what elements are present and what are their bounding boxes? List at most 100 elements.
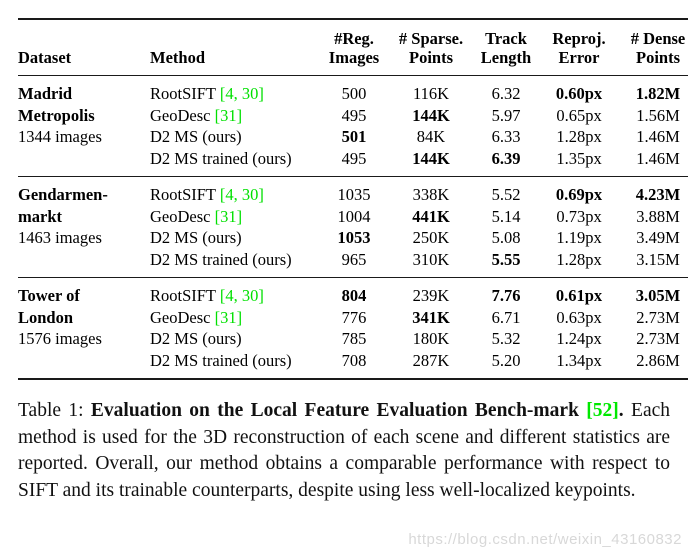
dataset-name-line2: Metropolis: [18, 105, 95, 125]
citation-link[interactable]: [31]: [215, 308, 243, 327]
table-row: Tower of RootSIFT [4, 30] 804 239K 7.76 0.61p…: [18, 285, 688, 307]
watermark: https://blog.csdn.net/weixin_43160832: [408, 531, 682, 548]
dense-points-value: 2.86M: [636, 350, 680, 370]
reproj-error-value: 1.24px: [556, 329, 602, 348]
sparse-points-value: 310K: [412, 249, 450, 269]
method-label: D2 MS trained (ours): [150, 249, 292, 269]
method-label: GeoDesc: [150, 206, 211, 226]
header-line2-track: Length: [480, 48, 532, 67]
dense-points-value: 1.46M: [636, 127, 680, 146]
table-caption: Table 1: Evaluation on the Local Feature…: [18, 398, 670, 504]
table-row: 1576 images D2 MS (ours) 785 180K 5.32 1.24px…: [18, 328, 688, 350]
spacer: [18, 67, 688, 76]
group-bottom-spacer-0: [18, 169, 688, 177]
dataset-image-count: 1576 images: [18, 329, 102, 348]
header-line1-reg: #Reg.: [334, 29, 374, 48]
dataset-name-line2: London: [18, 307, 74, 327]
method-label: GeoDesc: [150, 307, 211, 327]
dataset-name-line1: Tower of: [18, 286, 80, 305]
rule-line: [18, 378, 688, 381]
header-line2-dense: Points: [635, 48, 680, 67]
column-header-sparse: # Sparse. Points: [390, 29, 472, 67]
citation-link[interactable]: [4, 30]: [220, 286, 264, 305]
citation-link[interactable]: [31]: [215, 106, 243, 125]
sparse-points-value: 116K: [412, 84, 450, 103]
dataset-name-line1: Gendarmen-: [18, 185, 108, 204]
method-label: RootSIFT: [150, 185, 216, 204]
method-label: RootSIFT: [150, 286, 216, 305]
caption-label: Table 1:: [18, 400, 91, 421]
citation-link[interactable]: [31]: [215, 207, 243, 226]
reproj-error-value: 1.19px: [556, 228, 602, 247]
reproj-error-value: 0.60px: [555, 84, 603, 103]
header-line2-method: Method: [150, 48, 205, 67]
header-top-spacer: [18, 20, 688, 29]
spacer: [18, 371, 688, 379]
reg-images-value: 965: [341, 249, 367, 269]
sparse-points-value: 287K: [412, 350, 450, 370]
reg-images-value: 776: [341, 307, 367, 327]
sparse-points-value: 239K: [412, 286, 450, 305]
table-bottom-rule: [18, 378, 688, 381]
header-bottom-spacer: [18, 67, 688, 76]
method-name: D2 MS (ours): [150, 328, 318, 350]
track-length-value: 5.97: [491, 105, 521, 125]
dataset-name-line2: markt: [18, 206, 62, 226]
dense-points-value: 1.46M: [636, 148, 680, 168]
track-length-value: 7.76: [491, 286, 521, 305]
method-name: GeoDesc [31]: [150, 206, 318, 228]
method-name: D2 MS trained (ours): [150, 249, 318, 271]
method-name: GeoDesc [31]: [150, 307, 318, 329]
group-bottom-spacer-1: [18, 270, 688, 278]
group-top-spacer-0: [18, 76, 688, 83]
caption-citation-link[interactable]: [52]: [586, 400, 619, 421]
header-line2-reproj: Error: [558, 48, 600, 67]
reproj-error-value: 0.63px: [556, 307, 602, 327]
method-label: D2 MS (ours): [150, 127, 242, 146]
track-length-value: 5.55: [491, 249, 521, 269]
citation-link[interactable]: [4, 30]: [220, 185, 264, 204]
caption-title-end: .: [618, 400, 632, 421]
method-label: D2 MS trained (ours): [150, 148, 292, 168]
dense-points-value: 2.73M: [636, 329, 680, 348]
header-line1-sparse: # Sparse.: [398, 29, 464, 48]
dense-points-value: 1.82M: [635, 84, 681, 103]
dataset-empty: [18, 350, 150, 372]
spacer: [18, 278, 688, 285]
header-line2-dataset: Dataset: [18, 48, 72, 67]
column-header-dense: # Dense Points: [618, 29, 688, 67]
track-length-value: 6.32: [491, 84, 521, 103]
sparse-points-value: 338K: [412, 185, 450, 204]
sparse-points-value: 180K: [412, 329, 450, 348]
dataset-empty: [18, 249, 150, 271]
reg-images-value: 1053: [337, 228, 371, 247]
column-header-dataset: Dataset: [18, 29, 150, 67]
sparse-points-value: 144K: [412, 105, 450, 125]
track-length-value: 5.32: [491, 329, 521, 348]
method-name: D2 MS trained (ours): [150, 148, 318, 170]
track-length-value: 5.08: [491, 228, 521, 247]
table-row: London GeoDesc [31] 776 341K 6.71 0.63px 2.73M: [18, 307, 688, 329]
reg-images-value: 495: [341, 105, 367, 125]
sparse-points-value: 84K: [416, 127, 446, 146]
reproj-error-value: 1.28px: [556, 249, 602, 269]
reg-images-value: 1035: [337, 185, 371, 204]
reproj-error-value: 1.28px: [556, 127, 602, 146]
group-top-spacer-1: [18, 177, 688, 184]
reproj-error-value: 0.73px: [556, 206, 602, 226]
reproj-error-value: 1.34px: [556, 350, 602, 370]
caption-title: Evaluation on the Local Feature Evaluati…: [90, 400, 587, 421]
reproj-error-value: 0.69px: [555, 185, 603, 204]
method-name: RootSIFT [4, 30]: [150, 184, 318, 206]
dataset-empty: [18, 148, 150, 170]
table-row: Metropolis GeoDesc [31] 495 144K 5.97 0.65px 1…: [18, 105, 688, 127]
column-header-method: Method: [150, 29, 318, 67]
citation-link[interactable]: [4, 30]: [220, 84, 264, 103]
table-header-row: Dataset Method #Reg. Images # Sparse. Points…: [18, 29, 688, 67]
header-line2-reg: Images: [328, 48, 380, 67]
reg-images-value: 500: [341, 84, 367, 103]
method-name: RootSIFT [4, 30]: [150, 285, 318, 307]
table-row: D2 MS trained (ours) 495 144K 6.39 1.35px 1.4…: [18, 148, 688, 170]
method-name: GeoDesc [31]: [150, 105, 318, 127]
spacer: [18, 177, 688, 184]
